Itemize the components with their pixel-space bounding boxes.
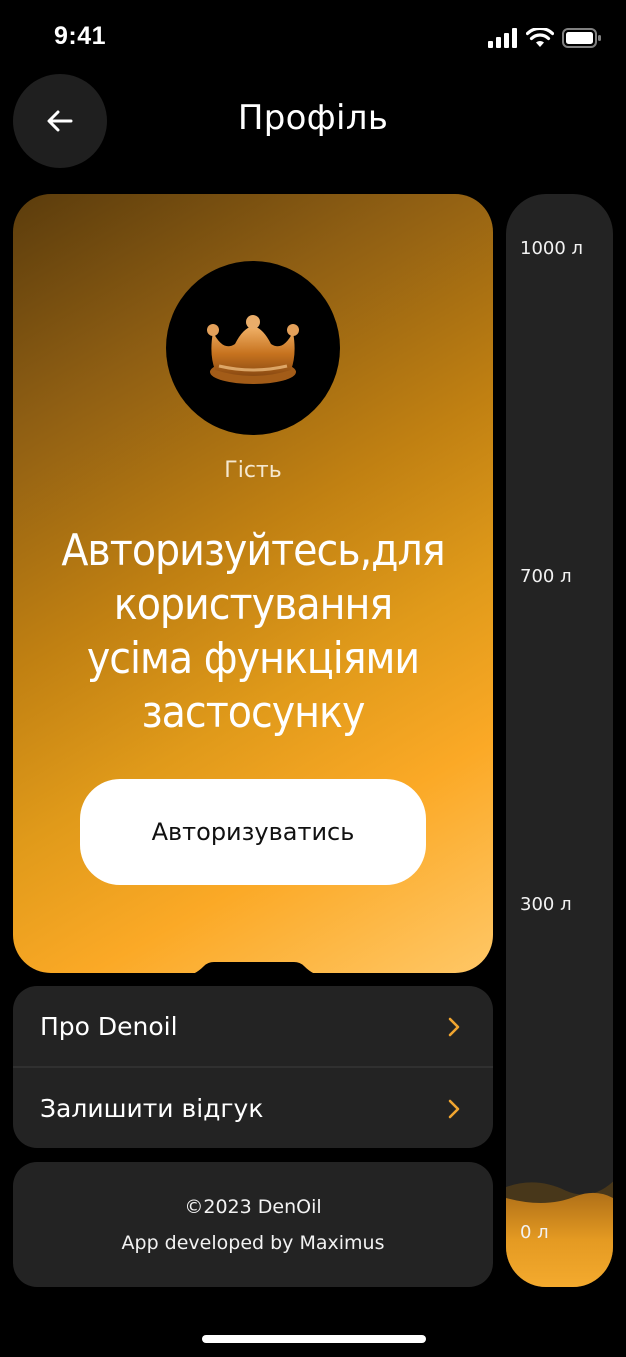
status-time: 9:41 (54, 22, 107, 50)
authorize-button[interactable]: Авторизуватись (80, 779, 426, 885)
home-indicator (202, 1335, 426, 1343)
chevron-right-icon (448, 1099, 460, 1119)
page-title: Профіль (237, 98, 389, 138)
menu-card: Про Denoil Залишити відгук (13, 986, 493, 1148)
auth-prompt-line: користування (113, 579, 393, 630)
menu-item-feedback[interactable]: Залишити відгук (13, 1068, 493, 1148)
gauge-label-lower: 300 л (520, 894, 572, 915)
avatar (166, 261, 340, 435)
gauge-label-min: 0 л (520, 1222, 549, 1243)
auth-prompt-line: застосунку (141, 687, 366, 738)
card-notch (184, 962, 324, 976)
menu-item-label: Про Denoil (40, 1011, 178, 1041)
developer-credit: App developed by Maximus (121, 1232, 385, 1254)
copyright-text: ©2023 DenOil (184, 1196, 322, 1218)
gauge-label-upper: 700 л (520, 566, 572, 587)
auth-prompt: Авторизуйтесь,для користування усіма фун… (33, 524, 473, 740)
footer-card: ©2023 DenOil App developed by Maximus (13, 1162, 493, 1287)
cellular-signal-icon (488, 28, 517, 48)
battery-icon (562, 28, 601, 48)
profile-card: Гість Авторизуйтесь,для користування усі… (13, 194, 493, 973)
gauge-label-max: 1000 л (520, 238, 584, 259)
menu-item-about[interactable]: Про Denoil (13, 986, 493, 1066)
wifi-icon (526, 28, 554, 47)
user-status-label: Гість (224, 458, 282, 483)
status-bar: 9:41 (0, 0, 626, 76)
crown-icon (207, 315, 299, 384)
status-icons (488, 28, 602, 48)
auth-prompt-line: усіма функціями (86, 633, 420, 684)
fuel-gauge: 1000 л 700 л 300 л 0 л (506, 194, 613, 1287)
chevron-right-icon (448, 1017, 460, 1037)
auth-prompt-line: Авторизуйтесь,для (61, 525, 445, 576)
menu-item-label: Залишити відгук (40, 1093, 264, 1123)
